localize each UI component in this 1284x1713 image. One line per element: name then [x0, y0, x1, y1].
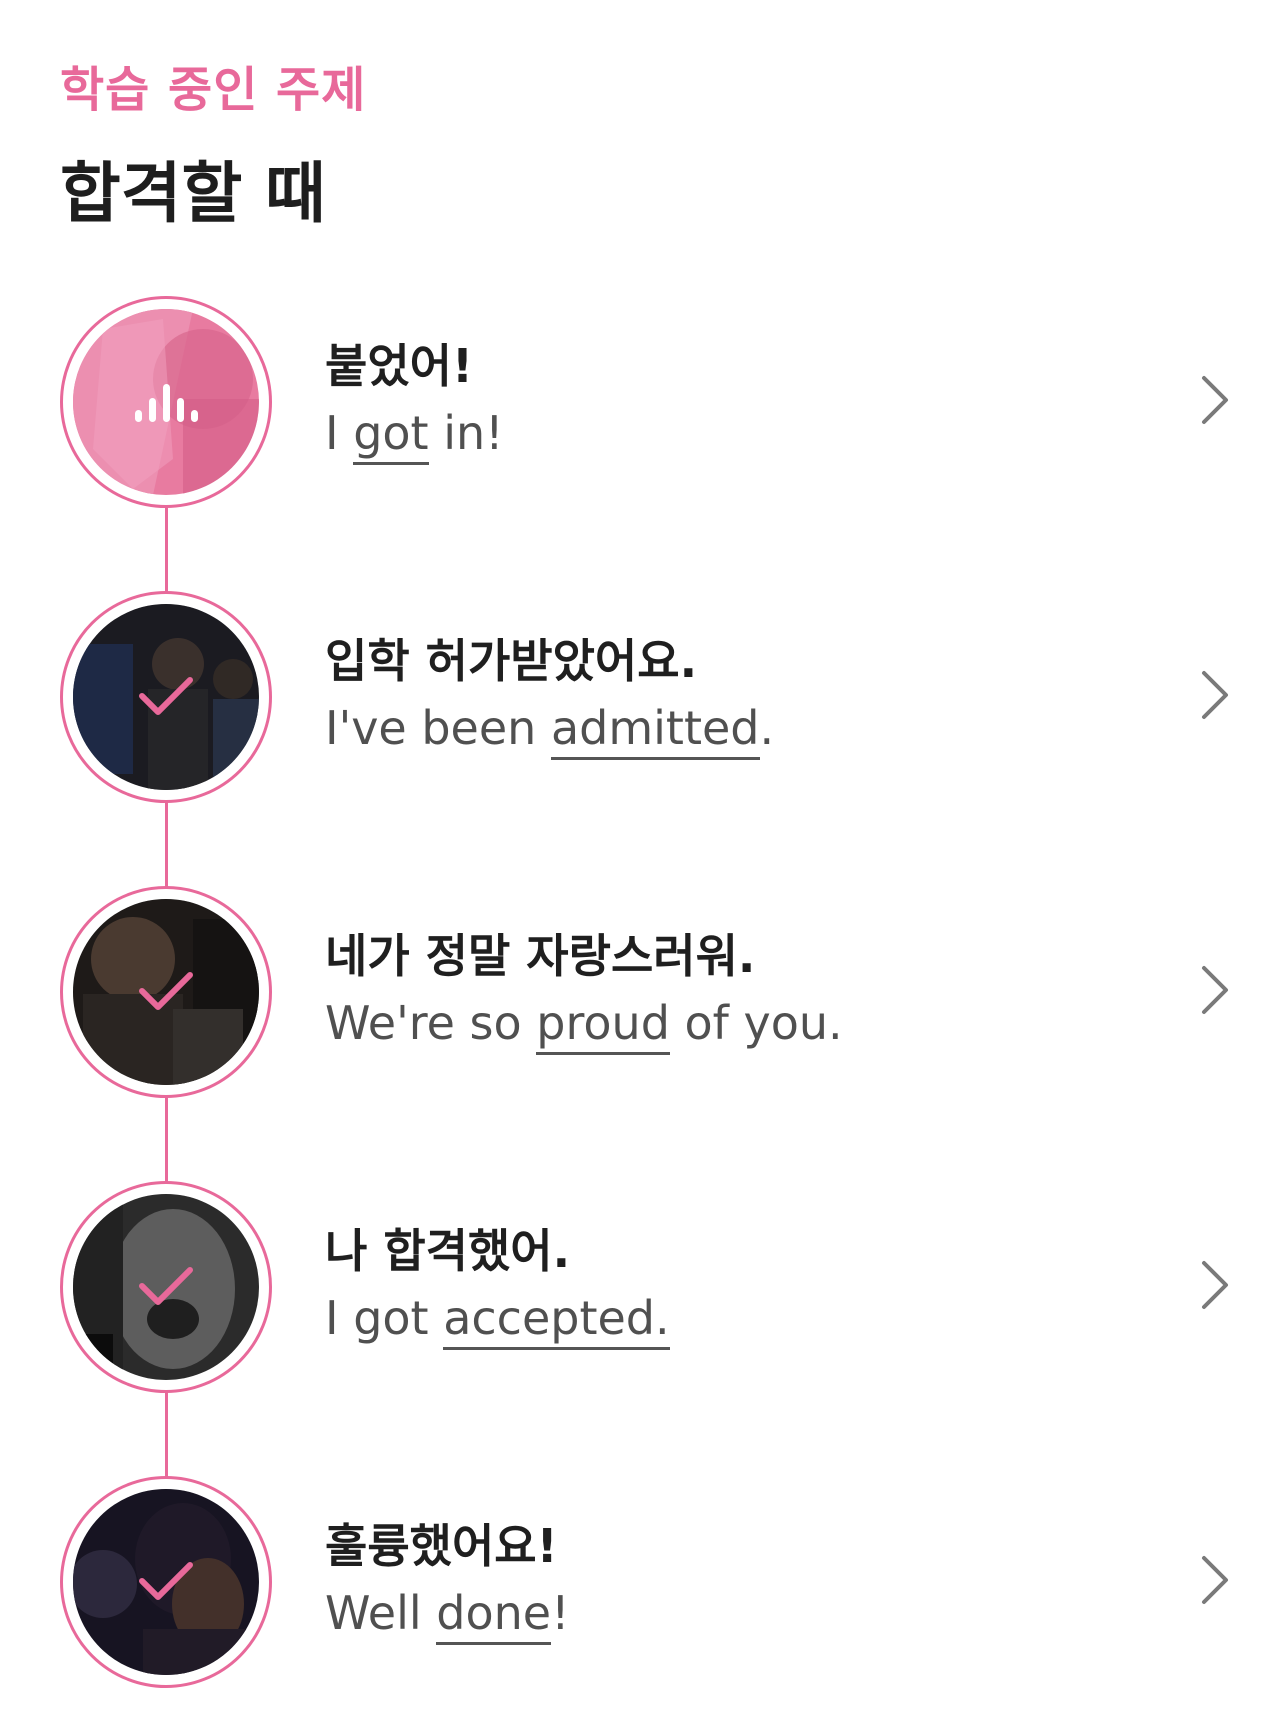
lesson-item[interactable]: 나 합격했어. I got accepted. — [0, 1181, 1284, 1397]
lesson-english: I got in! — [325, 406, 504, 465]
lesson-english: I've been admitted. — [325, 701, 774, 760]
lesson-keyword: accepted. — [443, 1291, 670, 1350]
lesson-thumbnail[interactable] — [60, 1476, 272, 1688]
audio-wave-icon — [135, 384, 198, 422]
lesson-korean: 네가 정말 자랑스러워. — [325, 929, 756, 983]
chevron-right-icon[interactable] — [1196, 667, 1236, 723]
chevron-right-icon[interactable] — [1196, 1257, 1236, 1313]
chevron-right-icon[interactable] — [1196, 962, 1236, 1018]
check-icon — [139, 1562, 193, 1600]
lesson-item[interactable]: 붙었어! I got in! — [0, 296, 1284, 512]
lesson-english: Well done! — [325, 1586, 570, 1645]
lesson-korean: 입학 허가받았어요. — [325, 634, 698, 688]
lesson-english: We're so proud of you. — [325, 996, 843, 1055]
lesson-korean: 훌륭했어요! — [325, 1519, 558, 1573]
lesson-english: I got accepted. — [325, 1291, 670, 1350]
check-icon — [139, 972, 193, 1010]
lesson-item[interactable]: 네가 정말 자랑스러워. We're so proud of you. — [0, 886, 1284, 1102]
lesson-thumbnail[interactable] — [60, 886, 272, 1098]
lesson-item[interactable]: 입학 허가받았어요. I've been admitted. — [0, 591, 1284, 807]
lesson-keyword: admitted — [550, 701, 760, 760]
lesson-thumbnail[interactable] — [60, 296, 272, 508]
lesson-korean: 붙었어! — [325, 339, 473, 393]
check-icon — [139, 677, 193, 715]
lesson-item[interactable]: 훌륭했어요! Well done! — [0, 1476, 1284, 1692]
eyebrow-label: 학습 중인 주제 — [60, 62, 367, 118]
check-icon — [139, 1267, 193, 1305]
lesson-keyword: got — [353, 406, 429, 465]
lesson-korean: 나 합격했어. — [325, 1224, 571, 1278]
lesson-keyword: proud — [536, 996, 670, 1055]
lesson-thumbnail[interactable] — [60, 591, 272, 803]
page-title: 합격할 때 — [60, 155, 326, 232]
chevron-right-icon[interactable] — [1196, 372, 1236, 428]
lesson-thumbnail[interactable] — [60, 1181, 272, 1393]
lesson-keyword: done — [436, 1586, 552, 1645]
chevron-right-icon[interactable] — [1196, 1552, 1236, 1608]
